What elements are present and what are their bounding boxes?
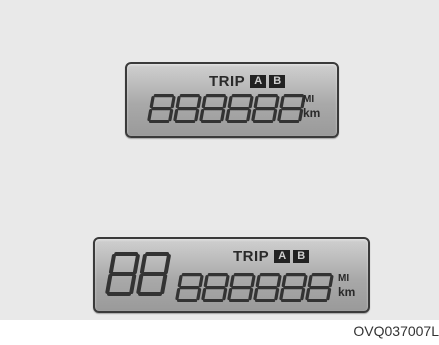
segment — [175, 287, 181, 301]
segment — [194, 108, 200, 122]
digit-glyph — [253, 273, 282, 303]
segment — [281, 274, 287, 288]
segment — [302, 274, 308, 288]
digit-glyph — [147, 94, 176, 124]
segment-digits-large — [105, 252, 171, 296]
digit-glyph — [201, 273, 230, 303]
segment — [149, 95, 155, 109]
segment — [227, 95, 233, 109]
digit-glyph — [175, 273, 204, 303]
unit-km-label: km — [338, 285, 356, 299]
digit-glyph — [199, 94, 228, 124]
digit-glyph — [279, 273, 308, 303]
segment — [201, 287, 207, 301]
digit-glyph — [173, 94, 202, 124]
odometer-display-bottom: TRIP A B MI km — [93, 237, 370, 313]
unit-km-label: km — [303, 106, 321, 120]
segment — [105, 274, 113, 294]
digit-glyph — [136, 252, 171, 296]
trip-indicator: TRIP A B — [209, 73, 286, 90]
segment — [173, 108, 179, 122]
segment — [253, 287, 259, 301]
segment — [248, 95, 254, 109]
segment — [298, 108, 304, 122]
segment — [175, 95, 181, 109]
segment — [196, 287, 202, 301]
segment — [132, 254, 140, 274]
segment — [328, 274, 334, 288]
segment — [274, 95, 280, 109]
segment — [222, 95, 228, 109]
segment — [129, 274, 137, 294]
digit-glyph — [251, 94, 280, 124]
digit-glyph — [105, 252, 140, 296]
segment — [251, 108, 257, 122]
unit-labels: MI km — [303, 94, 321, 120]
odometer-display-top: TRIP A B MI km — [125, 62, 339, 138]
segment — [163, 254, 171, 274]
digit-glyph — [225, 94, 254, 124]
trip-a-badge: A — [250, 75, 267, 88]
segment — [139, 254, 147, 274]
unit-mi-label: MI — [303, 94, 315, 105]
gear-position-digits — [105, 252, 178, 301]
segment — [108, 254, 116, 274]
figure-panel: TRIP A B MI km TRIP A B MI km — [0, 0, 439, 320]
segment — [274, 287, 280, 301]
segment — [196, 95, 202, 109]
trip-a-badge: A — [274, 250, 291, 263]
odometer-digits — [147, 94, 311, 128]
segment — [276, 274, 282, 288]
segment — [199, 108, 205, 122]
segment — [224, 274, 230, 288]
segment — [160, 274, 168, 294]
segment — [277, 108, 283, 122]
segment — [136, 274, 144, 294]
segment — [248, 287, 254, 301]
segment — [326, 287, 332, 301]
segment — [198, 274, 204, 288]
segment-digits — [147, 94, 306, 124]
segment — [253, 95, 259, 109]
trip-label: TRIP — [233, 248, 270, 265]
digit-glyph — [277, 94, 306, 124]
segment — [246, 108, 252, 122]
segment — [305, 287, 311, 301]
segment — [279, 287, 285, 301]
segment — [222, 287, 228, 301]
segment — [147, 108, 153, 122]
segment — [225, 108, 231, 122]
trip-label: TRIP — [209, 73, 246, 90]
figure-code: OVQ037007L — [353, 323, 439, 339]
unit-mi-label: MI — [338, 273, 350, 284]
segment — [168, 108, 174, 122]
odometer-digits — [175, 273, 339, 307]
segment — [227, 287, 233, 301]
trip-indicator: TRIP A B — [233, 248, 310, 265]
segment — [220, 108, 226, 122]
segment — [300, 287, 306, 301]
segment — [307, 274, 313, 288]
digit-glyph — [227, 273, 256, 303]
segment — [203, 274, 209, 288]
trip-b-badge: B — [269, 75, 286, 88]
segment — [170, 95, 176, 109]
segment — [250, 274, 256, 288]
segment — [177, 274, 183, 288]
segment-digits — [175, 273, 334, 303]
trip-b-badge: B — [293, 250, 310, 263]
segment — [255, 274, 261, 288]
digit-glyph — [305, 273, 334, 303]
segment — [272, 108, 278, 122]
segment — [201, 95, 207, 109]
segment — [279, 95, 285, 109]
segment — [229, 274, 235, 288]
unit-labels: MI km — [338, 273, 356, 299]
